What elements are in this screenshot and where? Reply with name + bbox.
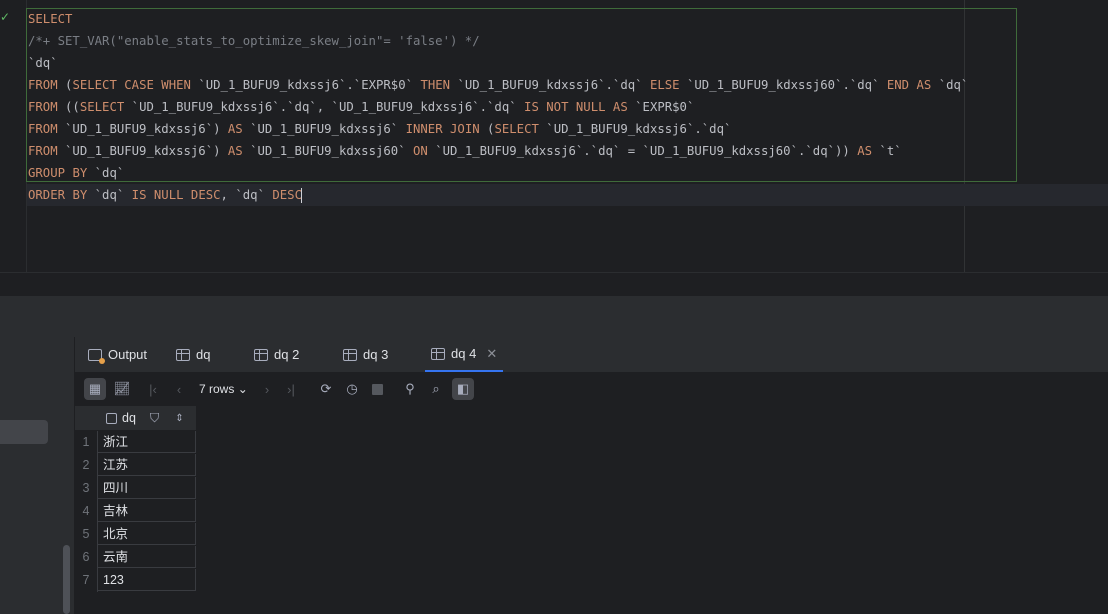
code-line-9-text: ORDER BY `dq` IS NULL DESC, `dq` DESC: [28, 188, 302, 202]
table-cell[interactable]: 江苏: [98, 454, 196, 476]
tab-output[interactable]: Output: [88, 337, 147, 372]
next-page-icon[interactable]: ›: [260, 378, 274, 400]
stop-icon[interactable]: [370, 378, 384, 400]
tab-dq-4[interactable]: dq 4 ✕: [425, 336, 504, 372]
row-number: 2: [75, 454, 98, 477]
column-header-label: dq: [122, 411, 136, 425]
table-icon: [254, 348, 268, 361]
row-number: 6: [75, 546, 98, 569]
table-row[interactable]: 1 浙江: [75, 431, 197, 454]
results-grid: [75, 405, 1108, 614]
view-settings-icon[interactable]: ◧: [452, 378, 474, 400]
code-line-7[interactable]: FROM `UD_1_BUFU9_kdxssj6`) AS `UD_1_BUFU…: [28, 140, 902, 162]
table-icon: [176, 348, 190, 361]
code-line-8[interactable]: GROUP BY `dq`: [28, 162, 124, 184]
result-tabs: Output dq dq 2 dq 3 dq 4 ✕: [75, 337, 1108, 373]
results-toolbar: ▦ 📈︎ |‹ ‹ 7 rows ⌄ › ›| ⟳ ◷ ⚲ ⌕ ◧: [75, 372, 1108, 405]
last-page-icon[interactable]: ›|: [283, 378, 299, 400]
code-line-6[interactable]: FROM `UD_1_BUFU9_kdxssj6`) AS `UD_1_BUFU…: [28, 118, 731, 140]
tab-output-label: Output: [108, 347, 148, 362]
row-number: 5: [75, 523, 98, 546]
panel-splitter[interactable]: [0, 296, 1108, 337]
tab-dq-3-label: dq 3: [363, 347, 389, 362]
code-line-3[interactable]: `dq`: [28, 52, 58, 74]
output-icon: [88, 348, 105, 364]
row-number: 3: [75, 477, 98, 500]
close-icon[interactable]: ✕: [486, 336, 497, 371]
search-icon[interactable]: ⌕: [427, 378, 445, 400]
tab-dq-2-label: dq 2: [274, 347, 300, 362]
table-view-icon[interactable]: ▦: [84, 378, 106, 400]
code-line-1[interactable]: SELECT: [28, 8, 72, 30]
first-page-icon[interactable]: |‹: [145, 378, 161, 400]
table-row[interactable]: 5 北京: [75, 523, 197, 546]
row-number: 4: [75, 500, 98, 523]
code-line-2[interactable]: /*+ SET_VAR("enable_stats_to_optimize_sk…: [28, 30, 480, 52]
table-row[interactable]: 3 四川: [75, 477, 197, 500]
text-caret: [301, 188, 302, 203]
table-row[interactable]: 2 江苏: [75, 454, 197, 477]
code-line-9[interactable]: ORDER BY `dq` IS NULL DESC, `dq` DESC: [28, 184, 302, 206]
table-row[interactable]: 6 云南: [75, 546, 197, 569]
history-icon[interactable]: ◷: [343, 378, 361, 400]
services-selected-item[interactable]: [0, 420, 48, 444]
tab-dq-3[interactable]: dq 3: [343, 337, 388, 372]
grid-corner: [75, 406, 98, 430]
chart-view-icon[interactable]: 📈︎: [112, 378, 132, 400]
table-icon: [431, 347, 445, 360]
table-row[interactable]: 7 123: [75, 569, 197, 592]
chevron-down-icon: ⌄: [237, 382, 248, 396]
row-number: 7: [75, 569, 98, 592]
table-row[interactable]: 4 吉林: [75, 500, 197, 523]
column-header-dq[interactable]: dq ⛉ ⇕: [98, 406, 196, 430]
table-cell[interactable]: 四川: [98, 477, 196, 499]
code-line-4[interactable]: FROM (SELECT CASE WHEN `UD_1_BUFU9_kdxss…: [28, 74, 968, 96]
table-icon: [343, 348, 357, 361]
table-cell[interactable]: 浙江: [98, 431, 196, 453]
code-line-5[interactable]: FROM ((SELECT `UD_1_BUFU9_kdxssj6`.`dq`,…: [28, 96, 694, 118]
table-cell[interactable]: 123: [98, 569, 196, 591]
editor-bottom-strip: [0, 272, 1108, 297]
previous-page-icon[interactable]: ‹: [172, 378, 186, 400]
executed-check-icon: ✓: [0, 10, 11, 24]
sql-editor[interactable]: ✓ SELECT /*+ SET_VAR("enable_stats_to_op…: [0, 0, 1108, 272]
refresh-icon[interactable]: ⟳: [317, 378, 335, 400]
table-cell[interactable]: 北京: [98, 523, 196, 545]
pin-icon[interactable]: ⚲: [402, 378, 418, 400]
table-cell[interactable]: 云南: [98, 546, 196, 568]
row-number: 1: [75, 431, 98, 454]
tab-dq-4-label: dq 4: [451, 346, 477, 361]
tab-dq-2[interactable]: dq 2: [254, 337, 299, 372]
services-scrollbar[interactable]: [63, 545, 70, 614]
sort-icon[interactable]: ⇕: [175, 413, 183, 424]
tab-dq-label: dq: [196, 347, 211, 362]
table-cell[interactable]: 吉林: [98, 500, 196, 522]
filter-icon[interactable]: ⛉: [150, 411, 159, 426]
column-icon: [106, 412, 117, 424]
tab-dq[interactable]: dq: [176, 337, 210, 372]
row-count-label: 7 rows: [199, 382, 235, 396]
row-count-dropdown[interactable]: 7 rows ⌄: [199, 378, 248, 400]
